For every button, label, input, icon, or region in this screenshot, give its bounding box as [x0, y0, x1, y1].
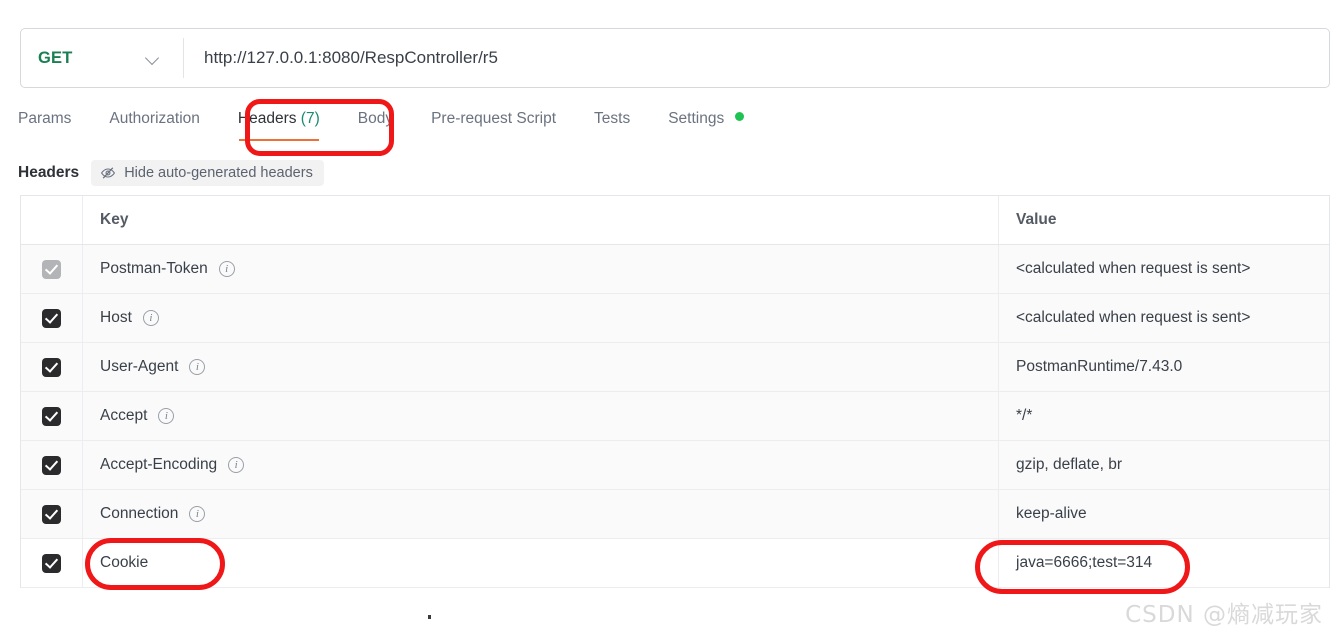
table-row[interactable]: User-Agent i PostmanRuntime/7.43.0 [21, 343, 1329, 392]
row-checkbox[interactable] [42, 455, 61, 475]
row-key-cell[interactable]: Connection i [83, 490, 999, 538]
tab-authorization-label: Authorization [109, 110, 200, 127]
table-row[interactable]: Accept-Encoding i gzip, deflate, br [21, 441, 1329, 490]
column-header-key: Key [100, 211, 129, 228]
hide-auto-generated-headers-label: Hide auto-generated headers [124, 165, 313, 181]
row-value-cell[interactable]: java=6666;test=314 [999, 539, 1329, 587]
eye-slash-icon [100, 165, 116, 181]
watermark: CSDN @熵减玩家 [1125, 602, 1323, 628]
hide-auto-generated-headers-button[interactable]: Hide auto-generated headers [91, 160, 324, 186]
postman-request-pane: GET http://127.0.0.1:8080/RespController… [0, 0, 1337, 633]
row-value-cell[interactable]: */* [999, 392, 1329, 440]
row-checkbox-cell [21, 441, 83, 489]
header-checkbox-cell [21, 196, 83, 244]
header-value-text: gzip, deflate, br [1016, 456, 1122, 473]
header-value-text: java=6666;test=314 [1016, 554, 1153, 571]
row-key-cell[interactable]: Cookie [83, 539, 999, 587]
info-icon[interactable]: i [218, 261, 235, 277]
info-icon[interactable]: i [189, 506, 206, 522]
row-checkbox[interactable] [42, 504, 61, 524]
row-value-cell[interactable]: <calculated when request is sent> [999, 294, 1329, 342]
header-value-text: <calculated when request is sent> [1016, 260, 1251, 277]
tab-body-label: Body [357, 110, 394, 127]
row-checkbox[interactable] [42, 553, 61, 573]
header-value-text: */* [1016, 407, 1033, 424]
chevron-down-icon [146, 51, 161, 66]
tab-active-underline [238, 138, 319, 141]
header-value-text: PostmanRuntime/7.43.0 [1016, 358, 1183, 375]
row-key-cell[interactable]: Host i [83, 294, 999, 342]
row-checkbox-cell [21, 343, 83, 391]
row-value-cell[interactable]: <calculated when request is sent> [999, 245, 1329, 293]
tab-headers-label: Headers [237, 110, 297, 127]
headers-section-title: Headers [18, 164, 80, 181]
table-row[interactable]: Connection i keep-alive [21, 490, 1329, 539]
settings-modified-dot-icon [734, 112, 744, 121]
row-checkbox[interactable] [42, 259, 61, 279]
header-key-text: User-Agent [100, 358, 179, 375]
row-checkbox-cell [21, 294, 83, 342]
headers-subbar: Headers Hide auto-generated headers [18, 160, 324, 186]
row-key-cell[interactable]: Postman-Token i [83, 245, 999, 293]
row-value-cell[interactable]: keep-alive [999, 490, 1329, 538]
header-key-text: Accept-Encoding [100, 456, 218, 473]
tab-settings-label: Settings [668, 110, 725, 127]
info-icon[interactable]: i [158, 408, 175, 424]
cursor-artifact [428, 615, 431, 619]
row-value-cell[interactable]: gzip, deflate, br [999, 441, 1329, 489]
tab-params-label: Params [18, 110, 72, 127]
row-key-cell[interactable]: Accept-Encoding i [83, 441, 999, 489]
row-checkbox[interactable] [42, 357, 61, 377]
row-checkbox-cell [21, 392, 83, 440]
header-value-text: keep-alive [1016, 505, 1087, 522]
url-input[interactable]: http://127.0.0.1:8080/RespController/r5 [184, 29, 1329, 87]
row-value-cell[interactable]: PostmanRuntime/7.43.0 [999, 343, 1329, 391]
info-icon[interactable]: i [189, 359, 206, 375]
tab-authorization[interactable]: Authorization [90, 108, 218, 130]
header-key-text: Postman-Token [100, 260, 208, 277]
row-checkbox[interactable] [42, 308, 61, 328]
row-checkbox[interactable] [42, 406, 61, 426]
info-icon[interactable]: i [142, 310, 159, 326]
tab-body[interactable]: Body [339, 108, 412, 130]
tab-tests-label: Tests [594, 110, 631, 127]
row-checkbox-cell [21, 245, 83, 293]
info-icon[interactable]: i [228, 457, 245, 473]
request-tab-bar: Params Authorization Headers (7) Body Pr… [18, 108, 763, 144]
http-method-label: GET [38, 48, 73, 67]
tab-headers[interactable]: Headers (7) [219, 108, 339, 141]
header-key-cell: Key [83, 196, 999, 244]
table-row[interactable]: Host i <calculated when request is sent> [21, 294, 1329, 343]
request-url-bar: GET http://127.0.0.1:8080/RespController… [20, 28, 1330, 88]
headers-table: Key Value Postman-Token i <calculated wh… [20, 195, 1330, 588]
table-header-row: Key Value [21, 196, 1329, 245]
tab-params[interactable]: Params [18, 108, 90, 130]
header-value-text: <calculated when request is sent> [1016, 309, 1251, 326]
header-key-text: Accept [100, 407, 148, 424]
header-key-text: Connection [100, 505, 179, 522]
column-header-value: Value [1016, 211, 1057, 228]
http-method-selector[interactable]: GET [21, 29, 183, 87]
tab-pre-request-script-label: Pre-request Script [431, 110, 557, 127]
header-key-text: Host [100, 309, 132, 326]
row-checkbox-cell [21, 490, 83, 538]
table-row-cookie[interactable]: Cookie java=6666;test=314 [21, 539, 1329, 588]
table-row[interactable]: Postman-Token i <calculated when request… [21, 245, 1329, 294]
tab-pre-request-script[interactable]: Pre-request Script [412, 108, 575, 130]
header-key-text: Cookie [100, 554, 149, 571]
tab-settings[interactable]: Settings [649, 108, 762, 130]
row-checkbox-cell [21, 539, 83, 587]
tab-tests[interactable]: Tests [575, 108, 649, 130]
tab-headers-count: (7) [300, 110, 320, 127]
table-row[interactable]: Accept i */* [21, 392, 1329, 441]
row-key-cell[interactable]: Accept i [83, 392, 999, 440]
header-value-cell: Value [999, 196, 1329, 244]
row-key-cell[interactable]: User-Agent i [83, 343, 999, 391]
